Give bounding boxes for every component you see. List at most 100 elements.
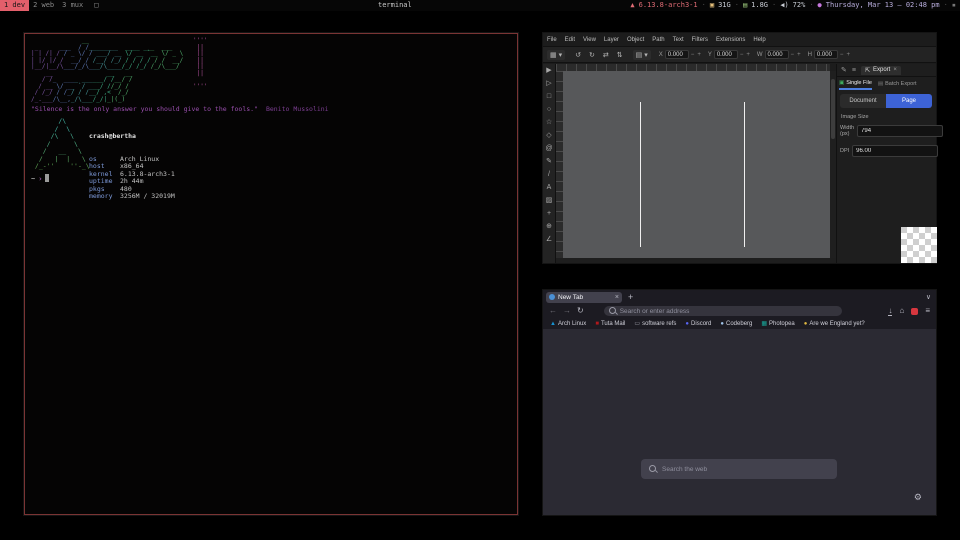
- ellipse-tool-icon[interactable]: ○: [547, 106, 551, 113]
- pencil-tool-icon[interactable]: ✎: [546, 158, 552, 165]
- stepper-plus[interactable]: +: [745, 52, 751, 58]
- bookmark-software-refs-icon: ▭: [634, 320, 640, 327]
- status-separator: ·: [735, 0, 739, 11]
- workspace-tag-3-mux[interactable]: 3 mux: [58, 0, 87, 11]
- layout-symbol[interactable]: □: [94, 0, 98, 11]
- bookmark-arch-linux[interactable]: ▲Arch Linux: [550, 321, 586, 327]
- back-button[interactable]: ←: [549, 304, 557, 318]
- bookmark-photopea-icon: ▦: [761, 320, 767, 327]
- menu-layer[interactable]: Layer: [604, 37, 619, 43]
- star-tool-icon[interactable]: ☆: [546, 119, 552, 126]
- ascii-exclamation: '''' || || || || || '''': [193, 38, 207, 90]
- menu-text[interactable]: Text: [673, 37, 684, 43]
- flip-horizontal-icon[interactable]: ⇄: [603, 51, 609, 59]
- field-value-y[interactable]: 0.000: [714, 50, 738, 59]
- dropdown-arrow-icon: ▾: [559, 51, 563, 59]
- url-bar[interactable]: [604, 306, 842, 316]
- new-tab-button[interactable]: +: [628, 292, 633, 302]
- web-search-input[interactable]: [662, 466, 829, 473]
- field-label-w: W: [757, 52, 763, 58]
- volume-text: 72%: [793, 0, 806, 11]
- tab-favicon: [549, 294, 555, 300]
- rotate-ccw-icon[interactable]: ↺: [575, 51, 581, 59]
- node-tool-icon[interactable]: ▷: [546, 80, 551, 87]
- menu-edit[interactable]: Edit: [565, 37, 575, 43]
- bookmark-discord[interactable]: ●Discord: [685, 321, 711, 327]
- menu-path[interactable]: Path: [652, 37, 664, 43]
- zoom-tool-icon[interactable]: ⊕: [546, 223, 552, 230]
- field-value-w[interactable]: 0.000: [765, 50, 789, 59]
- pen-tool-icon[interactable]: /: [548, 171, 550, 178]
- selector-tool-icon[interactable]: ▶: [546, 67, 551, 74]
- terminal-window[interactable]: __ _ ___ / /________ ____ ___ ___| | /| …: [24, 33, 518, 515]
- tab-new-tab[interactable]: New Tab ×: [546, 292, 622, 303]
- forward-button[interactable]: →: [563, 304, 571, 318]
- workspace-tag-2-web[interactable]: 2 web: [29, 0, 58, 11]
- bookmark-codeberg[interactable]: ●Codeberg: [720, 321, 752, 327]
- tab-close-icon[interactable]: ×: [615, 294, 619, 301]
- stepper-plus[interactable]: +: [845, 52, 851, 58]
- menu-extensions[interactable]: Extensions: [716, 37, 745, 43]
- personalize-gear-icon[interactable]: ⚙: [914, 492, 922, 503]
- menu-icon[interactable]: ≡: [925, 304, 930, 318]
- flip-vertical-icon[interactable]: ⇅: [617, 51, 623, 59]
- stepper-plus[interactable]: +: [796, 52, 802, 58]
- stepper-plus[interactable]: +: [696, 52, 702, 58]
- reload-button[interactable]: ↻: [577, 304, 584, 318]
- scope-page-button[interactable]: Page: [886, 94, 932, 108]
- canvas[interactable]: [563, 71, 830, 258]
- width-input[interactable]: [857, 125, 943, 137]
- shell-prompt[interactable]: ~›: [31, 174, 49, 183]
- subtab-single-file[interactable]: ▣Single File: [839, 80, 872, 90]
- workspace-tag-1-dev[interactable]: 1 dev: [0, 0, 29, 11]
- tool-options-bar: ▦▾ ↺↻⇄⇅ ▤▾ X0.000−+Y0.000−+W0.000−+H0.00…: [543, 46, 936, 63]
- scrollbar-thumb[interactable]: [831, 79, 835, 139]
- field-value-h[interactable]: 0.000: [814, 50, 838, 59]
- measure-tool-icon[interactable]: ∠: [546, 236, 552, 243]
- scope-document-button[interactable]: Document: [840, 94, 886, 108]
- stepper-minus[interactable]: −: [739, 52, 745, 58]
- menu-file[interactable]: File: [547, 37, 557, 43]
- ublock-extension-icon[interactable]: [911, 308, 918, 315]
- bookmark-software-refs[interactable]: ▭software refs: [634, 320, 676, 327]
- home-icon[interactable]: ⌂: [899, 304, 904, 318]
- menu-view[interactable]: View: [583, 37, 596, 43]
- web-search-bar[interactable]: [641, 459, 837, 479]
- pencil-panel-icon[interactable]: ✎: [841, 66, 847, 74]
- menu-object[interactable]: Object: [627, 37, 644, 43]
- bookmark-photopea[interactable]: ▦Photopea: [761, 320, 794, 327]
- page-edge-right: [744, 102, 745, 247]
- rect-tool-icon[interactable]: □: [547, 93, 551, 100]
- field-value-x[interactable]: 0.000: [665, 50, 689, 59]
- inkscape-window: File Edit View Layer Object Path Text Filters Ex…: [543, 33, 936, 263]
- gradient-tool-icon[interactable]: ▨: [546, 197, 553, 204]
- subtab-batch-export[interactable]: ▤Batch Export: [878, 80, 917, 90]
- url-input[interactable]: [620, 308, 837, 315]
- rotate-cw-icon[interactable]: ↻: [589, 51, 595, 59]
- grid-icon: ▦: [550, 51, 557, 59]
- bookmark-label: Are we England yet?: [809, 321, 864, 327]
- close-panel-icon[interactable]: ×: [893, 67, 897, 73]
- stepper-minus[interactable]: −: [790, 52, 796, 58]
- menu-help[interactable]: Help: [753, 37, 765, 43]
- dropper-tool-icon[interactable]: +: [547, 210, 551, 217]
- dpi-input[interactable]: [852, 145, 938, 157]
- vertical-ruler: [556, 71, 563, 258]
- layers-panel-icon[interactable]: ≡: [852, 67, 856, 74]
- stepper-minus[interactable]: −: [690, 52, 696, 58]
- select-all-dropdown[interactable]: ▦▾: [547, 50, 565, 60]
- downloads-icon[interactable]: ↓: [888, 307, 892, 316]
- dropdown-arrow-icon: ▾: [644, 51, 648, 59]
- box3d-tool-icon[interactable]: ◇: [546, 132, 551, 139]
- export-panel-tab[interactable]: ⇱ Export ×: [861, 66, 901, 75]
- stepper-minus[interactable]: −: [839, 52, 845, 58]
- menu-filters[interactable]: Filters: [692, 37, 708, 43]
- tab-overflow-chevron-icon[interactable]: ∨: [926, 293, 931, 301]
- bookmark-tuta-mail[interactable]: ■Tuta Mail: [595, 321, 625, 327]
- focused-window-title: terminal: [378, 0, 412, 11]
- text-tool-icon[interactable]: A: [547, 184, 552, 191]
- disk-icon: ▣: [710, 0, 714, 11]
- bookmark-are-we-england-yet[interactable]: ●Are we England yet?: [804, 321, 865, 327]
- selection-mode-dropdown[interactable]: ▤▾: [633, 50, 651, 60]
- spiral-tool-icon[interactable]: @: [545, 145, 552, 152]
